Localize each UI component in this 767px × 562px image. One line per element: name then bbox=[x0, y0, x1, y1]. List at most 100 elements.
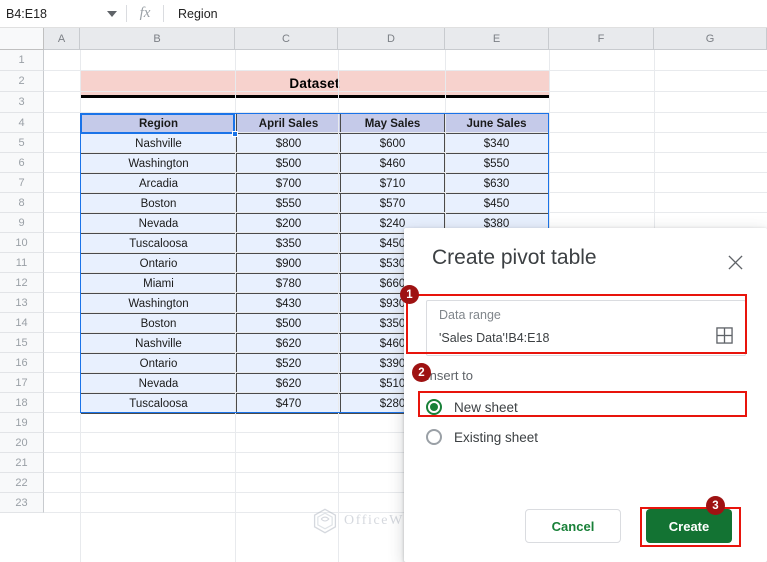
table-cell[interactable]: $710 bbox=[340, 173, 445, 194]
row-header-label: 14 bbox=[15, 316, 28, 329]
data-range-field[interactable]: Data range 'Sales Data'!B4:E18 bbox=[426, 300, 746, 356]
table-cell[interactable]: Washington bbox=[80, 153, 237, 174]
data-range-value: 'Sales Data'!B4:E18 bbox=[439, 331, 550, 345]
table-cell[interactable]: Nevada bbox=[80, 373, 237, 394]
name-box[interactable]: B4:E18 bbox=[0, 0, 102, 28]
formula-input[interactable]: Region bbox=[168, 0, 767, 28]
table-cell[interactable]: $500 bbox=[236, 153, 341, 174]
column-header-e[interactable]: E bbox=[445, 28, 549, 50]
table-cell[interactable]: Miami bbox=[80, 273, 237, 294]
table-cell[interactable]: Boston bbox=[80, 193, 237, 214]
column-header-label: F bbox=[597, 32, 605, 45]
fill-handle[interactable] bbox=[232, 131, 238, 137]
formula-value: Region bbox=[178, 6, 218, 21]
row-header-21[interactable]: 21 bbox=[0, 453, 44, 473]
table-cell[interactable]: Washington bbox=[80, 293, 237, 314]
table-cell[interactable]: Nashville bbox=[80, 333, 237, 354]
row-header-14[interactable]: 14 bbox=[0, 313, 44, 333]
column-header-label: A bbox=[57, 32, 66, 45]
column-header-d[interactable]: D bbox=[338, 28, 445, 50]
row-header-label: 15 bbox=[15, 336, 28, 349]
table-cell[interactable]: $550 bbox=[236, 193, 341, 214]
table-cell[interactable]: Arcadia bbox=[80, 173, 237, 194]
table-header-cell[interactable]: Region bbox=[80, 113, 237, 134]
row-header-1[interactable]: 1 bbox=[0, 50, 44, 71]
row-header-9[interactable]: 9 bbox=[0, 213, 44, 233]
table-cell[interactable]: Nashville bbox=[80, 133, 237, 154]
table-cell[interactable]: $900 bbox=[236, 253, 341, 274]
row-header-3[interactable]: 3 bbox=[0, 92, 44, 113]
row-header-13[interactable]: 13 bbox=[0, 293, 44, 313]
table-cell[interactable]: $340 bbox=[444, 133, 549, 154]
row-header-7[interactable]: 7 bbox=[0, 173, 44, 193]
table-cell[interactable]: Nevada bbox=[80, 213, 237, 234]
row-header-label: 13 bbox=[15, 296, 28, 309]
fx-icon: fx bbox=[139, 5, 151, 21]
row-header-5[interactable]: 5 bbox=[0, 133, 44, 153]
table-cell[interactable]: $460 bbox=[340, 153, 445, 174]
row-header-17[interactable]: 17 bbox=[0, 373, 44, 393]
table-cell[interactable]: $430 bbox=[236, 293, 341, 314]
table-cell[interactable]: $800 bbox=[236, 133, 341, 154]
gridline-horizontal bbox=[44, 212, 767, 213]
table-cell[interactable]: $600 bbox=[340, 133, 445, 154]
dialog-title: Create pivot table bbox=[432, 246, 597, 269]
table-cell[interactable]: $620 bbox=[236, 373, 341, 394]
table-cell[interactable]: $520 bbox=[236, 353, 341, 374]
close-icon[interactable] bbox=[723, 250, 747, 274]
table-cell[interactable]: $700 bbox=[236, 173, 341, 194]
table-cell[interactable]: $500 bbox=[236, 313, 341, 334]
table-cell[interactable]: $570 bbox=[340, 193, 445, 214]
column-header-c[interactable]: C bbox=[235, 28, 338, 50]
row-header-19[interactable]: 19 bbox=[0, 413, 44, 433]
table-cell[interactable]: Tuscaloosa bbox=[80, 393, 237, 414]
table-cell[interactable]: Ontario bbox=[80, 253, 237, 274]
table-cell[interactable]: $200 bbox=[236, 213, 341, 234]
grid-select-icon[interactable] bbox=[716, 327, 733, 344]
chevron-down-icon[interactable] bbox=[102, 0, 122, 28]
row-header-6[interactable]: 6 bbox=[0, 153, 44, 173]
table-cell[interactable]: $620 bbox=[236, 333, 341, 354]
table-cell[interactable]: Tuscaloosa bbox=[80, 233, 237, 254]
table-header-cell[interactable]: April Sales bbox=[236, 113, 341, 134]
row-header-15[interactable]: 15 bbox=[0, 333, 44, 353]
select-all-corner[interactable] bbox=[0, 28, 44, 50]
table-cell[interactable]: $350 bbox=[236, 233, 341, 254]
table-header-cell[interactable]: June Sales bbox=[444, 113, 549, 134]
row-header-18[interactable]: 18 bbox=[0, 393, 44, 413]
table-cell[interactable]: $780 bbox=[236, 273, 341, 294]
table-header-cell[interactable]: May Sales bbox=[340, 113, 445, 134]
column-header-label: B bbox=[153, 32, 161, 45]
row-header-2[interactable]: 2 bbox=[0, 71, 44, 92]
table-cell[interactable]: $470 bbox=[236, 393, 341, 414]
row-header-16[interactable]: 16 bbox=[0, 353, 44, 373]
column-header-a[interactable]: A bbox=[44, 28, 80, 50]
row-header-4[interactable]: 4 bbox=[0, 113, 44, 133]
row-header-10[interactable]: 10 bbox=[0, 233, 44, 253]
row-header-20[interactable]: 20 bbox=[0, 433, 44, 453]
row-header-23[interactable]: 23 bbox=[0, 493, 44, 513]
radio-existing-sheet[interactable]: Existing sheet bbox=[426, 424, 748, 450]
table-cell[interactable]: $450 bbox=[444, 193, 549, 214]
table-cell[interactable]: Ontario bbox=[80, 353, 237, 374]
table-cell[interactable]: $550 bbox=[444, 153, 549, 174]
row-header-label: 7 bbox=[18, 176, 25, 189]
annotation-badge-2: 2 bbox=[412, 363, 431, 382]
table-cell[interactable]: $630 bbox=[444, 173, 549, 194]
cancel-button[interactable]: Cancel bbox=[525, 509, 621, 543]
radio-new-sheet[interactable]: New sheet bbox=[426, 394, 748, 420]
row-header-8[interactable]: 8 bbox=[0, 193, 44, 213]
column-header-f[interactable]: F bbox=[549, 28, 654, 50]
dataset-title-text: Dataset bbox=[289, 75, 340, 91]
column-header-g[interactable]: G bbox=[654, 28, 767, 50]
row-header-22[interactable]: 22 bbox=[0, 473, 44, 493]
radio-new-sheet-label: New sheet bbox=[454, 399, 518, 415]
row-header-label: 16 bbox=[15, 356, 28, 369]
table-cell[interactable]: Boston bbox=[80, 313, 237, 334]
row-header-11[interactable]: 11 bbox=[0, 253, 44, 273]
column-header-b[interactable]: B bbox=[80, 28, 235, 50]
gridline-vertical bbox=[80, 50, 81, 562]
row-header-12[interactable]: 12 bbox=[0, 273, 44, 293]
divider bbox=[163, 5, 164, 22]
dataset-title-banner: Dataset bbox=[80, 71, 549, 98]
